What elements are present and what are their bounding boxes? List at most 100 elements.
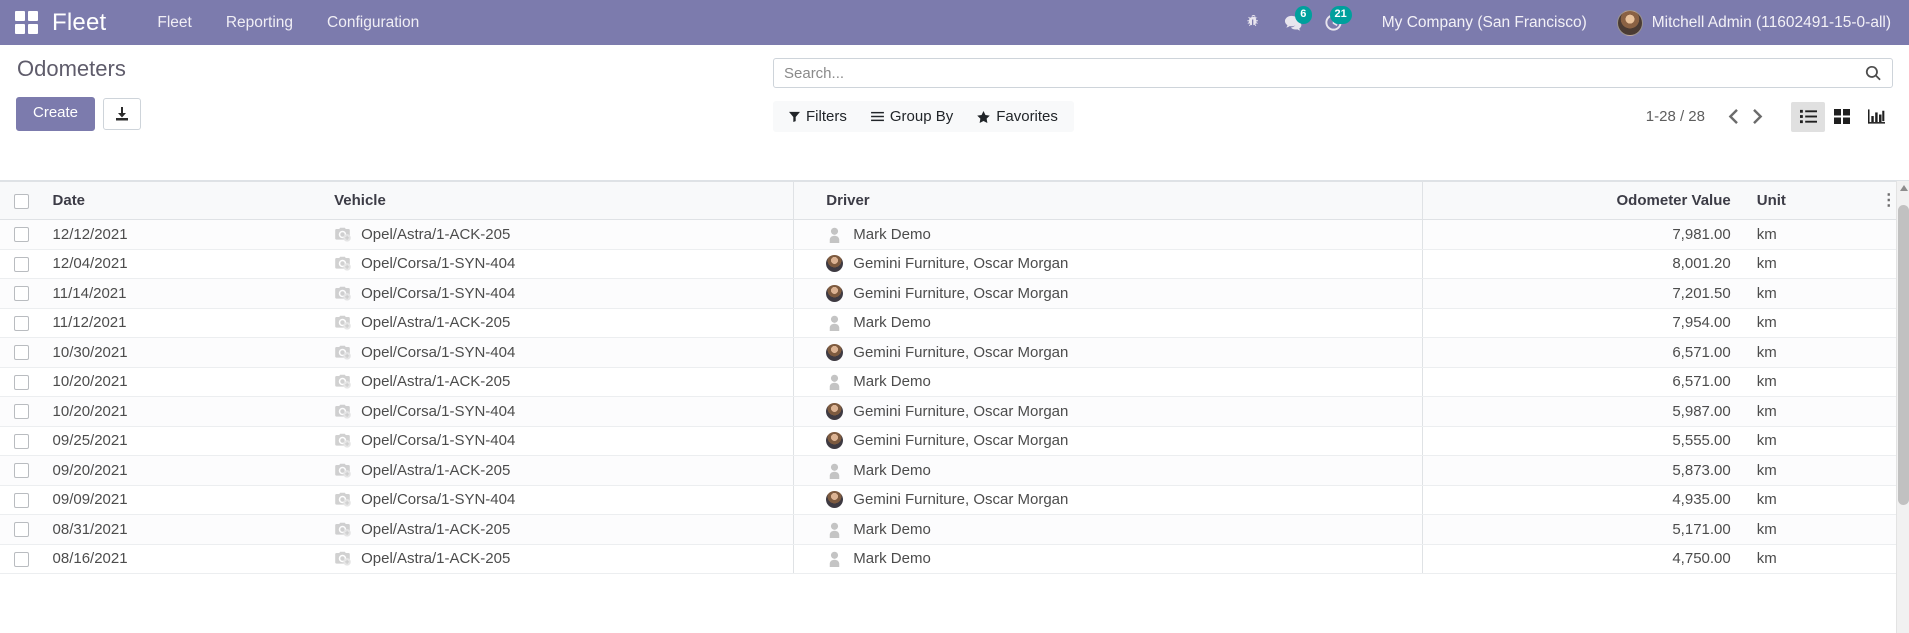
cell-date[interactable]: 11/14/2021 <box>38 278 303 309</box>
cell-odometer-value[interactable]: 5,555.00 <box>1421 426 1747 456</box>
table-row[interactable]: 09/25/2021 Opel/Corsa/1-SYN-404 Gemini Fur… <box>0 426 1909 456</box>
cell-unit[interactable]: km <box>1746 485 1869 515</box>
create-button[interactable]: Create <box>16 97 96 132</box>
cell-unit[interactable]: km <box>1746 514 1869 545</box>
search-input[interactable] <box>784 64 1865 82</box>
scroll-up-arrow-icon[interactable] <box>1899 185 1908 191</box>
cell-vehicle[interactable]: Opel/Corsa/1-SYN-404 <box>302 249 794 279</box>
cell-date[interactable]: 09/20/2021 <box>38 455 303 486</box>
pager-next-button[interactable] <box>1745 104 1771 130</box>
menu-fleet[interactable]: Fleet <box>140 0 208 45</box>
row-checkbox[interactable] <box>14 315 29 331</box>
user-menu[interactable]: Mitchell Admin (11602491-15-0-all) <box>1609 9 1891 36</box>
cell-odometer-value[interactable]: 5,873.00 <box>1421 455 1747 486</box>
row-select-cell[interactable] <box>0 278 39 309</box>
cell-vehicle[interactable]: Opel/Corsa/1-SYN-404 <box>302 337 794 368</box>
cell-driver[interactable]: Gemini Furniture, Oscar Morgan <box>793 249 1423 279</box>
cell-driver[interactable]: Gemini Furniture, Oscar Morgan <box>793 426 1423 456</box>
cell-driver[interactable]: Gemini Furniture, Oscar Morgan <box>793 396 1423 427</box>
cell-date[interactable]: 08/31/2021 <box>38 514 303 545</box>
cell-odometer-value[interactable]: 7,201.50 <box>1421 278 1747 309</box>
menu-reporting[interactable]: Reporting <box>209 0 310 45</box>
row-checkbox[interactable] <box>14 551 29 567</box>
table-row[interactable]: 11/12/2021 Opel/Astra/1-ACK-205 Mark Demo 7… <box>0 308 1909 338</box>
table-row[interactable]: 10/20/2021 Opel/Corsa/1-SYN-404 Gemini Fur… <box>0 396 1909 427</box>
row-select-cell[interactable] <box>0 337 39 368</box>
row-select-cell[interactable] <box>0 396 39 427</box>
group-by-button[interactable]: Group By <box>859 104 965 129</box>
cell-driver[interactable]: Gemini Furniture, Oscar Morgan <box>793 337 1423 368</box>
header-unit[interactable]: Unit <box>1746 181 1869 220</box>
cell-date[interactable]: 10/30/2021 <box>38 337 303 368</box>
cell-unit[interactable]: km <box>1746 219 1869 250</box>
cell-driver[interactable]: Mark Demo <box>793 514 1423 545</box>
apps-menu-toggle[interactable] <box>0 0 52 45</box>
cell-odometer-value[interactable]: 5,987.00 <box>1421 396 1747 427</box>
cell-driver[interactable]: Mark Demo <box>793 219 1423 250</box>
pager-value[interactable]: 1-28 / 28 <box>1646 108 1719 125</box>
row-checkbox[interactable] <box>14 256 29 272</box>
row-select-cell[interactable] <box>0 455 39 486</box>
cell-driver[interactable]: Gemini Furniture, Oscar Morgan <box>793 485 1423 515</box>
header-vehicle[interactable]: Vehicle <box>302 181 794 220</box>
row-checkbox[interactable] <box>14 227 29 243</box>
cell-vehicle[interactable]: Opel/Astra/1-ACK-205 <box>302 544 794 574</box>
row-select-cell[interactable] <box>0 485 39 515</box>
cell-vehicle[interactable]: Opel/Astra/1-ACK-205 <box>302 455 794 486</box>
cell-vehicle[interactable]: Opel/Astra/1-ACK-205 <box>302 367 794 397</box>
table-row[interactable]: 09/20/2021 Opel/Astra/1-ACK-205 Mark Demo 5… <box>0 455 1909 486</box>
messages-icon[interactable]: 6 <box>1274 0 1314 45</box>
cell-date[interactable]: 09/25/2021 <box>38 426 303 456</box>
row-checkbox[interactable] <box>14 374 29 390</box>
cell-driver[interactable]: Mark Demo <box>793 455 1423 486</box>
cell-unit[interactable]: km <box>1746 367 1869 397</box>
select-all-checkbox[interactable] <box>14 193 29 209</box>
row-checkbox[interactable] <box>14 404 29 420</box>
row-select-cell[interactable] <box>0 544 39 574</box>
row-checkbox[interactable] <box>14 463 29 479</box>
search-bar[interactable] <box>773 58 1893 88</box>
activities-clock-icon[interactable]: 21 <box>1314 0 1354 45</box>
cell-driver[interactable]: Mark Demo <box>793 308 1423 338</box>
row-checkbox[interactable] <box>14 286 29 302</box>
row-select-cell[interactable] <box>0 426 39 456</box>
filters-button[interactable]: Filters <box>777 104 859 129</box>
cell-odometer-value[interactable]: 4,750.00 <box>1421 544 1747 574</box>
header-select-all[interactable] <box>0 181 39 220</box>
cell-vehicle[interactable]: Opel/Corsa/1-SYN-404 <box>302 485 794 515</box>
header-date[interactable]: Date <box>38 181 303 220</box>
cell-driver[interactable]: Gemini Furniture, Oscar Morgan <box>793 278 1423 309</box>
row-checkbox[interactable] <box>14 522 29 538</box>
search-icon[interactable] <box>1865 65 1882 82</box>
cell-unit[interactable]: km <box>1746 396 1869 427</box>
cell-vehicle[interactable]: Opel/Astra/1-ACK-205 <box>302 219 794 250</box>
cell-odometer-value[interactable]: 6,571.00 <box>1421 367 1747 397</box>
row-checkbox[interactable] <box>14 433 29 449</box>
table-row[interactable]: 08/16/2021 Opel/Astra/1-ACK-205 Mark Demo 4… <box>0 544 1909 574</box>
cell-vehicle[interactable]: Opel/Corsa/1-SYN-404 <box>302 278 794 309</box>
row-select-cell[interactable] <box>0 219 39 250</box>
cell-unit[interactable]: km <box>1746 544 1869 574</box>
cell-vehicle[interactable]: Opel/Corsa/1-SYN-404 <box>302 426 794 456</box>
import-records-button[interactable] <box>103 98 142 131</box>
row-select-cell[interactable] <box>0 367 39 397</box>
cell-unit[interactable]: km <box>1746 426 1869 456</box>
cell-driver[interactable]: Mark Demo <box>793 544 1423 574</box>
cell-date[interactable]: 10/20/2021 <box>38 367 303 397</box>
brand-fleet[interactable]: Fleet <box>52 9 140 37</box>
cell-driver[interactable]: Mark Demo <box>793 367 1423 397</box>
cell-odometer-value[interactable]: 8,001.20 <box>1421 249 1747 279</box>
header-odometer-value[interactable]: Odometer Value <box>1421 181 1747 220</box>
table-row[interactable]: 10/30/2021 Opel/Corsa/1-SYN-404 Gemini Fur… <box>0 337 1909 368</box>
cell-unit[interactable]: km <box>1746 278 1869 309</box>
cell-date[interactable]: 10/20/2021 <box>38 396 303 427</box>
cell-unit[interactable]: km <box>1746 337 1869 368</box>
cell-odometer-value[interactable]: 7,981.00 <box>1421 219 1747 250</box>
cell-unit[interactable]: km <box>1746 249 1869 279</box>
favorites-button[interactable]: Favorites <box>965 104 1070 129</box>
cell-odometer-value[interactable]: 6,571.00 <box>1421 337 1747 368</box>
scrollbar-thumb[interactable] <box>1898 205 1909 505</box>
cell-odometer-value[interactable]: 4,935.00 <box>1421 485 1747 515</box>
table-row[interactable]: 10/20/2021 Opel/Astra/1-ACK-205 Mark Demo 6… <box>0 367 1909 397</box>
row-select-cell[interactable] <box>0 308 39 338</box>
